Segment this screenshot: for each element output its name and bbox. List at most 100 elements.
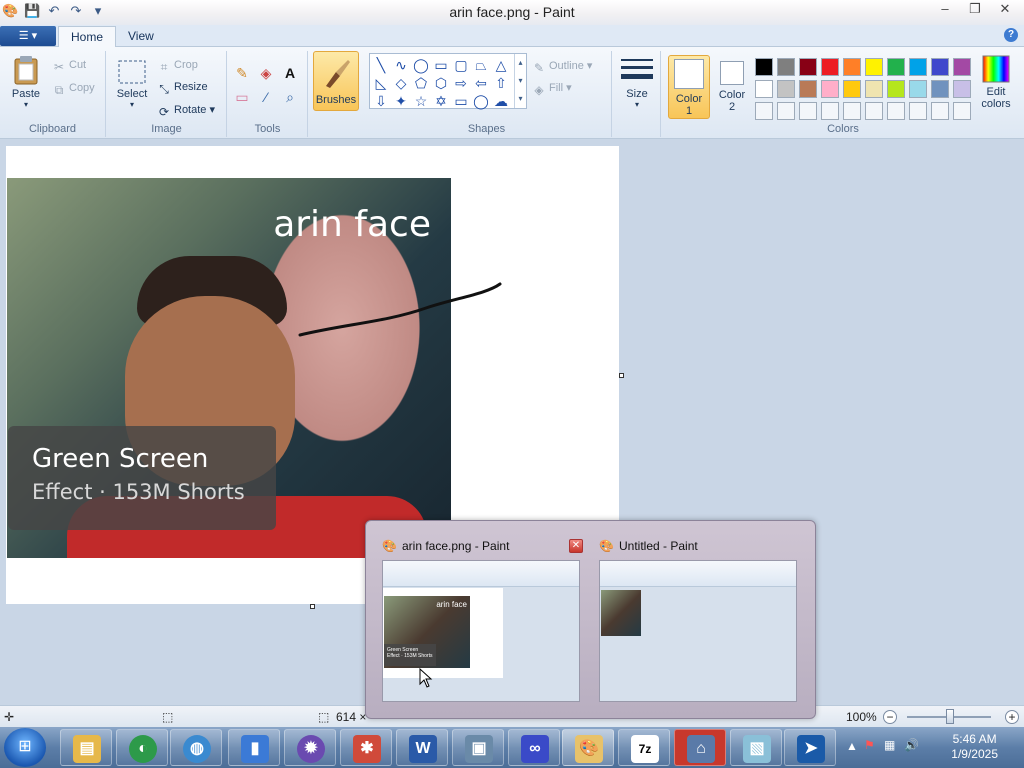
fill-bucket-icon[interactable]: ◈ — [256, 63, 276, 83]
taskbar-camtasia[interactable]: ◐ — [116, 729, 168, 766]
palette-swatch[interactable] — [799, 80, 817, 98]
taskbar-explorer[interactable]: ▤ — [60, 729, 112, 766]
minimize-button[interactable]: – — [930, 0, 960, 20]
cut-button[interactable]: ✂ Cut — [52, 59, 86, 74]
rotate-button[interactable]: ⟳ Rotate ▾ — [157, 103, 215, 119]
rounded-rect-shape-icon[interactable]: ▢ — [452, 56, 470, 74]
edit-colors-button[interactable]: Edit colors — [975, 55, 1017, 110]
palette-swatch[interactable] — [777, 58, 795, 76]
palette-swatch[interactable] — [931, 58, 949, 76]
palette-swatch[interactable] — [843, 80, 861, 98]
tab-view[interactable]: View — [116, 26, 166, 47]
taskbar-word[interactable]: W — [396, 729, 448, 766]
tab-home[interactable]: Home — [58, 26, 117, 47]
rectangle-shape-icon[interactable]: ▭ — [432, 56, 450, 74]
right-triangle-shape-icon[interactable]: ◺ — [372, 74, 390, 92]
palette-swatch[interactable] — [843, 58, 861, 76]
thumbnail-untitled[interactable]: 🎨 Untitled - Paint — [597, 535, 800, 703]
palette-custom-slot[interactable] — [931, 102, 949, 120]
curve-shape-icon[interactable]: ∿ — [392, 56, 410, 74]
palette-swatch[interactable] — [909, 58, 927, 76]
palette-custom-slot[interactable] — [953, 102, 971, 120]
palette-swatch[interactable] — [931, 80, 949, 98]
color1-button[interactable]: Color 1 — [668, 55, 710, 119]
palette-swatch[interactable] — [865, 58, 883, 76]
paint-menu-button[interactable]: ☰ ▾ — [0, 26, 56, 46]
color2-button[interactable]: Color 2 — [712, 55, 752, 119]
paste-button[interactable]: Paste ▾ — [8, 55, 44, 109]
taskbar-usb-tool[interactable]: ▮ — [228, 729, 280, 766]
taskbar-notes[interactable]: ▧ — [730, 729, 782, 766]
palette-custom-slot[interactable] — [887, 102, 905, 120]
crop-button[interactable]: ⌗ Crop — [157, 59, 198, 74]
fill-button[interactable]: ◈ Fill ▾ — [532, 81, 571, 97]
pentagon-shape-icon[interactable]: ⬠ — [412, 74, 430, 92]
outline-button[interactable]: ✎ Outline ▾ — [532, 59, 592, 75]
zoom-slider-thumb[interactable] — [946, 709, 954, 724]
palette-custom-slot[interactable] — [865, 102, 883, 120]
show-hidden-icons[interactable]: ▲ — [846, 739, 858, 753]
palette-swatch[interactable] — [755, 58, 773, 76]
palette-swatch[interactable] — [887, 80, 905, 98]
pencil-icon[interactable]: ✎ — [232, 63, 252, 83]
taskbar-paint-spider[interactable]: ✱ — [340, 729, 392, 766]
system-clock[interactable]: 5:46 AM 1/9/2025 — [951, 732, 998, 762]
resize-button[interactable]: ⤡ Resize — [157, 81, 207, 96]
palette-swatch[interactable] — [953, 58, 971, 76]
copy-button[interactable]: ⧉ Copy — [52, 82, 95, 97]
hexagon-shape-icon[interactable]: ⬡ — [432, 74, 450, 92]
four-point-star-icon[interactable]: ✦ — [392, 92, 410, 110]
eraser-icon[interactable]: ▭ — [232, 87, 252, 107]
palette-custom-slot[interactable] — [909, 102, 927, 120]
six-point-star-icon[interactable]: ✡ — [432, 92, 450, 110]
maximize-button[interactable]: ❐ — [960, 0, 990, 20]
action-center-icon[interactable]: ⚑ — [864, 738, 875, 752]
taskbar-file-transfer[interactable]: ➤ — [784, 729, 836, 766]
right-arrow-shape-icon[interactable]: ⇨ — [452, 74, 470, 92]
magnifier-icon[interactable]: ⌕ — [280, 87, 300, 107]
color-picker-icon[interactable]: ⁄ — [256, 87, 276, 107]
down-arrow-shape-icon[interactable]: ⇩ — [372, 92, 390, 110]
taskbar-browser[interactable]: ◍ — [170, 729, 222, 766]
taskbar-game[interactable]: ✹ — [284, 729, 336, 766]
oval-shape-icon[interactable]: ◯ — [412, 56, 430, 74]
palette-custom-slot[interactable] — [843, 102, 861, 120]
brushes-button[interactable]: Brushes — [313, 51, 359, 111]
callout-cloud-icon[interactable]: ☁ — [492, 92, 510, 110]
palette-swatch[interactable] — [799, 58, 817, 76]
palette-swatch[interactable] — [953, 80, 971, 98]
palette-swatch[interactable] — [909, 80, 927, 98]
taskbar-computer[interactable]: ▣ — [452, 729, 504, 766]
palette-custom-slot[interactable] — [821, 102, 839, 120]
diamond-shape-icon[interactable]: ◇ — [392, 74, 410, 92]
palette-swatch[interactable] — [821, 80, 839, 98]
triangle-shape-icon[interactable]: △ — [492, 56, 510, 74]
palette-custom-slot[interactable] — [777, 102, 795, 120]
polygon-shape-icon[interactable]: ⏢ — [472, 56, 490, 74]
canvas-resize-handle-right[interactable] — [619, 373, 624, 378]
size-button[interactable]: Size ▾ — [619, 55, 655, 109]
close-button[interactable]: ✕ — [990, 0, 1020, 20]
palette-custom-slot[interactable] — [799, 102, 817, 120]
taskbar-7zip[interactable]: 7z — [618, 729, 670, 766]
palette-swatch[interactable] — [887, 58, 905, 76]
callout-rect-icon[interactable]: ▭ — [452, 92, 470, 110]
taskbar-paint[interactable]: 🎨 — [562, 729, 614, 766]
thumbnail-arin-face[interactable]: 🎨 arin face.png - Paint ✕ arin face Gree… — [380, 535, 583, 703]
zoom-in-button[interactable]: + — [1005, 710, 1019, 724]
palette-swatch[interactable] — [865, 80, 883, 98]
network-status-icon[interactable]: ▦ — [884, 738, 895, 752]
taskbar-network-tool[interactable]: ⌂ — [674, 729, 726, 766]
thumbnail-close-button[interactable]: ✕ — [569, 539, 583, 553]
help-icon[interactable]: ? — [1004, 28, 1018, 42]
select-button[interactable]: Select ▾ — [115, 59, 149, 109]
start-button[interactable]: ⊞ — [4, 728, 46, 767]
zoom-out-button[interactable]: − — [883, 710, 897, 724]
line-shape-icon[interactable]: ╲ — [372, 56, 390, 74]
taskbar-infinity-app[interactable]: ∞ — [508, 729, 560, 766]
volume-icon[interactable]: 🔊 — [904, 738, 919, 752]
up-arrow-shape-icon[interactable]: ⇧ — [492, 74, 510, 92]
shapes-scroll[interactable]: ▴ ▾ ▾ — [514, 54, 526, 108]
palette-custom-slot[interactable] — [755, 102, 773, 120]
canvas-resize-handle-bottom[interactable] — [310, 604, 315, 609]
